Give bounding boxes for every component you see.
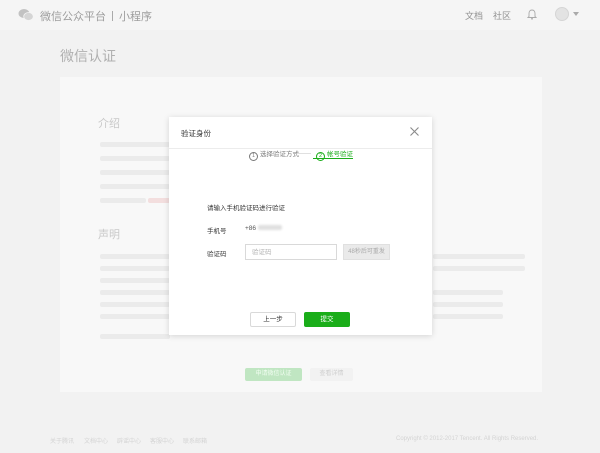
step-select-method: 1 选择验证方式 bbox=[249, 148, 299, 161]
active-step-indicator bbox=[313, 158, 353, 159]
phone-masked bbox=[258, 225, 283, 230]
phone-label: 手机号 bbox=[207, 228, 227, 235]
close-icon[interactable] bbox=[409, 126, 420, 137]
instruction-text: 请输入手机验证码进行验证 bbox=[207, 205, 285, 212]
step-number: 2 bbox=[316, 152, 325, 161]
previous-step-button[interactable]: 上一步 bbox=[250, 312, 296, 327]
resend-code-button[interactable]: 48秒后可重发 bbox=[343, 244, 390, 260]
dialog-divider bbox=[169, 148, 432, 149]
step-connector bbox=[297, 153, 311, 154]
submit-button[interactable]: 提交 bbox=[304, 312, 350, 327]
phone-prefix: +86 bbox=[245, 225, 257, 232]
step-label: 选择验证方式 bbox=[260, 151, 299, 158]
step-account-verify: 2 帐号验证 bbox=[316, 148, 353, 161]
verify-identity-dialog: 验证身份 1 选择验证方式 2 帐号验证 请输入手机验证码进行验证 手机号 +86 … bbox=[169, 117, 432, 335]
phone-number: +86 bbox=[245, 225, 283, 232]
step-number: 1 bbox=[249, 152, 258, 161]
verification-code-input[interactable] bbox=[245, 244, 337, 260]
dialog-title: 验证身份 bbox=[181, 129, 211, 138]
step-label: 帐号验证 bbox=[327, 151, 353, 158]
code-label: 验证码 bbox=[207, 251, 227, 258]
